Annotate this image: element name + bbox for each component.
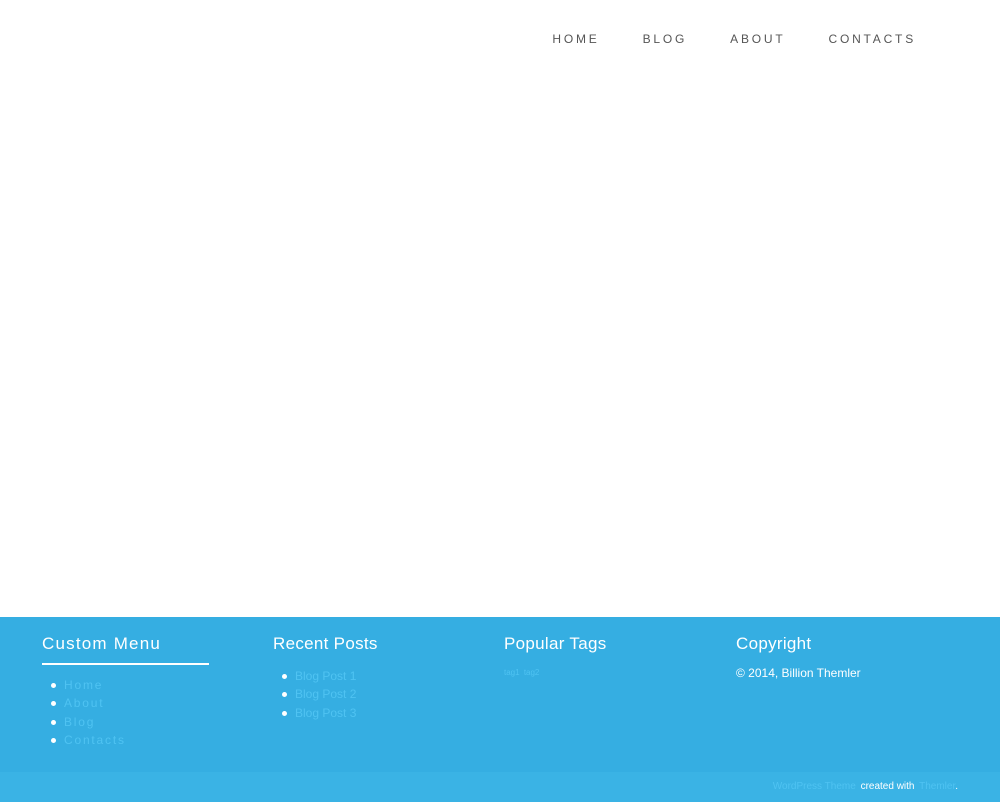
recent-posts-list: Blog Post 1 Blog Post 2 Blog Post 3	[273, 667, 483, 722]
menu-item-blog: Blog	[643, 30, 688, 48]
recent-posts-title: Recent Posts	[273, 634, 378, 653]
tag-link-2[interactable]: tag2	[524, 668, 540, 677]
tag-cloud: tag1 tag2	[504, 668, 714, 677]
copyright-title: Copyright	[736, 634, 812, 653]
custom-menu-list: Home About Blog Contacts	[42, 676, 252, 749]
copyright-text: © 2014, Billion Themler	[736, 666, 861, 680]
popular-tags-title: Popular Tags	[504, 634, 607, 653]
list-item: About	[51, 694, 252, 712]
list-item: Contacts	[51, 731, 252, 749]
title-underline	[42, 663, 209, 665]
list-item: Blog Post 2	[282, 685, 483, 703]
nav-link-home[interactable]: Home	[552, 32, 599, 46]
theme-link[interactable]: WordPress Theme	[773, 781, 856, 792]
menu-item-contacts: Contacts	[828, 30, 916, 48]
footer-link-about[interactable]: About	[64, 696, 104, 710]
themler-link[interactable]: Themler	[919, 781, 955, 792]
menu-item-home: Home	[552, 30, 599, 48]
credits-period: .	[955, 781, 958, 792]
footer-link-home[interactable]: Home	[64, 678, 103, 692]
custom-menu-widget: Custom Menu Home About Blog Contacts	[42, 634, 252, 749]
menu-item-about: About	[730, 30, 785, 48]
list-item: Blog Post 3	[282, 704, 483, 722]
popular-tags-widget: Popular Tags tag1 tag2	[504, 634, 714, 677]
footer-widgets: Custom Menu Home About Blog Contacts Rec…	[0, 617, 1000, 772]
bottom-credits-bar: WordPress Theme created with Themler.	[0, 772, 1000, 802]
nav-link-contacts[interactable]: Contacts	[828, 32, 916, 46]
footer-link-contacts[interactable]: Contacts	[64, 733, 126, 747]
recent-post-link-1[interactable]: Blog Post 1	[295, 669, 356, 683]
recent-post-link-2[interactable]: Blog Post 2	[295, 687, 356, 701]
copyright-widget: Copyright © 2014, Billion Themler	[736, 634, 946, 680]
footer-link-blog[interactable]: Blog	[64, 715, 95, 729]
list-item: Home	[51, 676, 252, 694]
created-with-text: created with	[860, 781, 915, 792]
main-menu: Home Blog About Contacts	[552, 30, 916, 48]
recent-post-link-3[interactable]: Blog Post 3	[295, 706, 356, 720]
tag-link-1[interactable]: tag1	[504, 668, 520, 677]
top-navigation: Home Blog About Contacts	[0, 0, 1000, 75]
list-item: Blog	[51, 713, 252, 731]
nav-link-about[interactable]: About	[730, 32, 785, 46]
list-item: Blog Post 1	[282, 667, 483, 685]
custom-menu-title: Custom Menu	[42, 634, 162, 653]
nav-link-blog[interactable]: Blog	[643, 32, 688, 46]
recent-posts-widget: Recent Posts Blog Post 1 Blog Post 2 Blo…	[273, 634, 483, 722]
credits: WordPress Theme created with Themler.	[773, 781, 958, 792]
